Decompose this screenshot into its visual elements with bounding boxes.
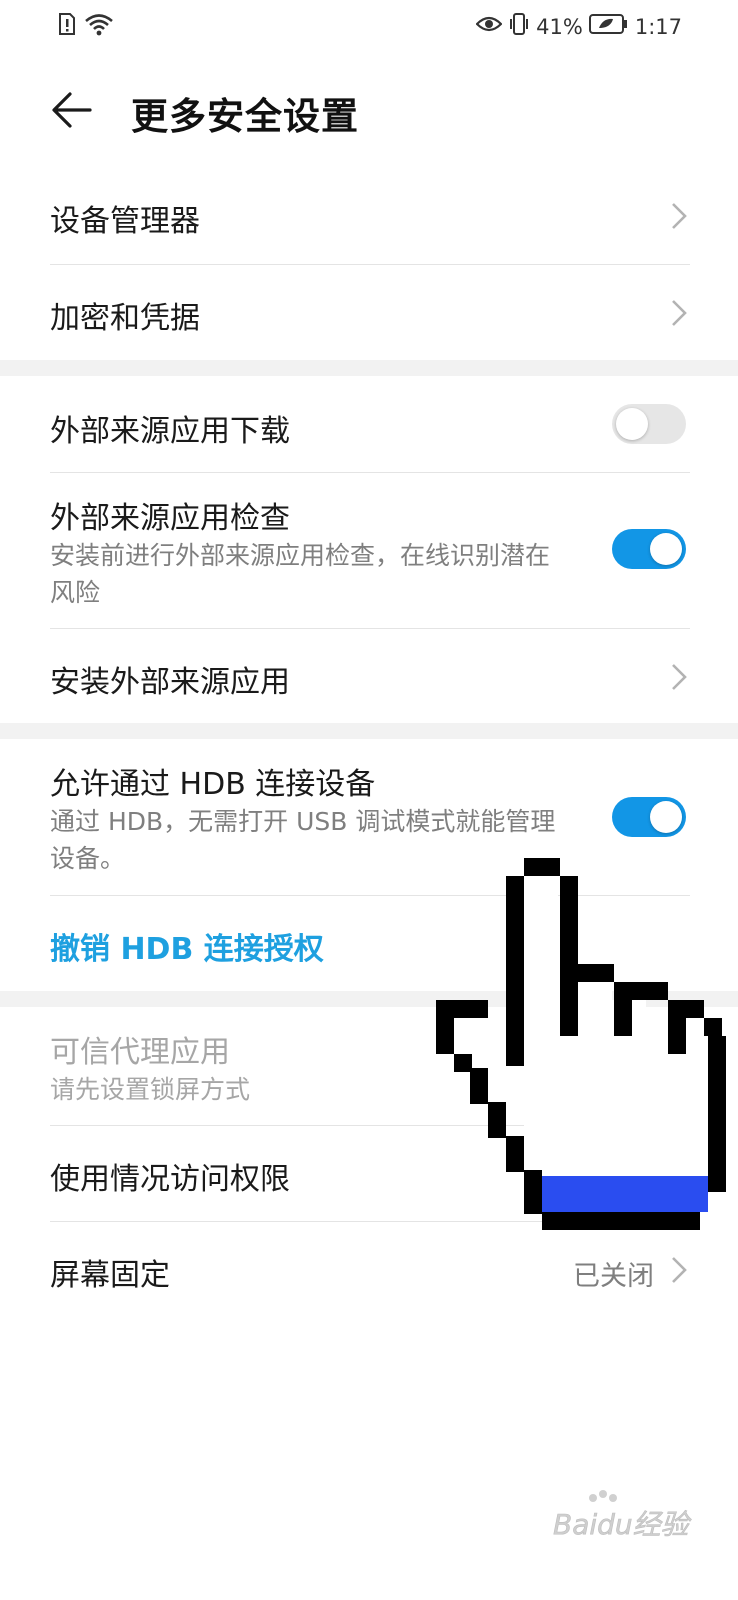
- svg-text:Baidu经验: Baidu经验: [553, 1508, 692, 1541]
- install-external-label: 安装外部来源应用: [50, 665, 290, 700]
- chevron-right-icon: [672, 300, 687, 326]
- header: 更多安全设置: [0, 70, 738, 160]
- hdb-label: 允许通过 HDB 连接设备: [50, 767, 376, 802]
- page-title: 更多安全设置: [131, 95, 359, 138]
- wifi-icon: [84, 12, 114, 40]
- sim-alert-icon: [58, 12, 76, 40]
- status-left: [58, 12, 114, 40]
- vibrate-icon: [508, 12, 530, 41]
- baidu-watermark-logo: Baidu经验: [553, 1490, 698, 1550]
- status-right: 41% 1:17: [475, 12, 682, 41]
- eye-comfort-icon: [475, 14, 503, 39]
- encryption-label: 加密和凭据: [50, 301, 200, 336]
- external-check-row[interactable]: 外部来源应用检查 安装前进行外部来源应用检查，在线识别潜在风险: [0, 473, 738, 628]
- hdb-toggle[interactable]: [612, 797, 686, 837]
- battery-icon: [588, 13, 629, 40]
- chevron-right-icon: [672, 203, 687, 229]
- external-check-description: 安装前进行外部来源应用检查，在线识别潜在风险: [50, 541, 551, 607]
- screen-pinning-label: 屏幕固定: [50, 1258, 170, 1293]
- pointing-hand-cursor-icon: [436, 858, 726, 1234]
- screen-pinning-row[interactable]: 屏幕固定 已关闭: [0, 1222, 738, 1318]
- trust-agent-label: 可信代理应用: [50, 1035, 230, 1070]
- toggle-knob: [650, 801, 682, 833]
- device-manager-row[interactable]: 设备管理器: [0, 168, 738, 264]
- back-arrow-icon: [52, 92, 92, 128]
- external-check-label: 外部来源应用检查: [50, 501, 290, 536]
- section-gap: [0, 360, 738, 376]
- external-download-row[interactable]: 外部来源应用下载: [0, 376, 738, 472]
- revoke-hdb-link[interactable]: 撤销 HDB 连接授权: [50, 924, 324, 968]
- external-download-label: 外部来源应用下载: [50, 414, 290, 449]
- device-manager-label: 设备管理器: [50, 204, 200, 239]
- install-external-row[interactable]: 安装外部来源应用: [0, 629, 738, 723]
- status-bar: 41% 1:17: [0, 0, 738, 56]
- encryption-row[interactable]: 加密和凭据: [0, 265, 738, 360]
- external-download-toggle[interactable]: [612, 404, 686, 444]
- usage-access-label: 使用情况访问权限: [50, 1162, 290, 1197]
- toggle-knob: [616, 408, 648, 440]
- chevron-right-icon: [672, 664, 687, 690]
- section-gap: [0, 723, 738, 739]
- back-button[interactable]: [50, 88, 94, 132]
- external-check-toggle[interactable]: [612, 529, 686, 569]
- clock: 1:17: [634, 14, 682, 39]
- toggle-knob: [650, 533, 682, 565]
- battery-percent: 41%: [536, 14, 583, 39]
- chevron-right-icon: [672, 1257, 687, 1283]
- screen-pinning-value: 已关闭: [573, 1261, 654, 1292]
